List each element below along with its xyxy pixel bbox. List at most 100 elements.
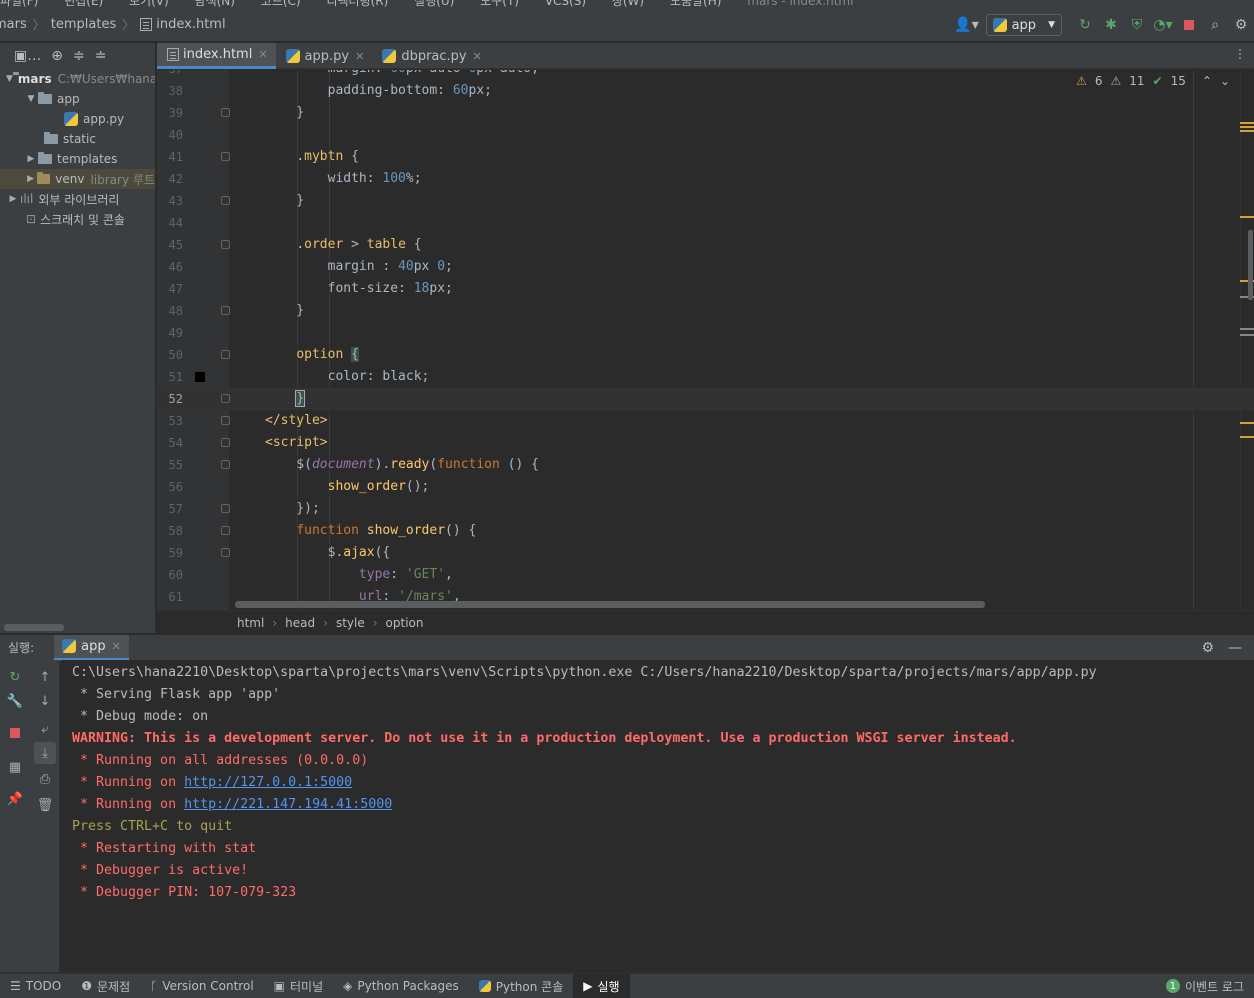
fold-icon[interactable] [221, 350, 230, 359]
tree-item-app-py[interactable]: app.py [0, 109, 155, 129]
menu-help[interactable]: 도움말(H) [670, 0, 722, 8]
tabs-more-icon[interactable]: ⋮ [1226, 43, 1254, 68]
breadcrumb-item[interactable]: option [386, 616, 424, 630]
tab-app-py[interactable]: app.py ✕ [276, 43, 373, 69]
collapse-all-icon[interactable]: ≐ [95, 48, 107, 64]
horizontal-scrollbar[interactable] [235, 601, 985, 608]
trash-icon[interactable]: 🗑 [34, 794, 56, 816]
error-stripe-mark[interactable] [1240, 436, 1254, 438]
wrench-icon[interactable]: 🔧 [4, 690, 26, 712]
expand-all-icon[interactable]: ≑ [73, 48, 85, 64]
breadcrumb-item[interactable]: style [336, 616, 365, 630]
search-icon[interactable]: ⌕ [1202, 14, 1228, 36]
stop-icon[interactable] [4, 722, 26, 744]
close-icon[interactable]: ✕ [473, 50, 482, 63]
coverage-icon[interactable]: ⛨ [1124, 14, 1150, 36]
chevron-down-icon[interactable]: ⌄ [1220, 74, 1230, 88]
nav-crumb-folder[interactable]: templates [51, 17, 116, 32]
inspection-widget[interactable]: ⚠ 6 ⚠ 11 ✔ 15 ⌃ ⌄ [1076, 74, 1230, 88]
soft-wrap-icon[interactable]: ⤶ [34, 718, 56, 740]
error-stripe-mark[interactable] [1240, 126, 1254, 128]
fold-icon[interactable] [221, 548, 230, 557]
error-stripe-mark[interactable] [1240, 122, 1254, 124]
locate-icon[interactable]: ⊕ [51, 48, 63, 64]
arrow-down-icon[interactable]: ↓ [34, 690, 56, 712]
stop-icon[interactable] [1176, 14, 1202, 36]
status-terminal[interactable]: ▣ 터미널 [264, 974, 333, 998]
close-icon[interactable]: ✕ [355, 50, 364, 63]
menu-refactor[interactable]: 리팩터링(R) [326, 0, 388, 8]
fold-icon[interactable] [221, 416, 230, 425]
rerun-icon[interactable]: ↻ [4, 666, 26, 688]
vertical-scrollbar[interactable] [1240, 70, 1254, 610]
debug-icon[interactable]: ✱ [1098, 14, 1124, 36]
close-icon[interactable]: ✕ [258, 48, 267, 61]
color-swatch-icon[interactable] [195, 372, 205, 382]
menu-tools[interactable]: 도구(T) [480, 0, 519, 8]
nav-crumb-project[interactable]: mars [0, 17, 27, 32]
scroll-thumb[interactable] [1248, 230, 1253, 300]
nav-crumb-file[interactable]: index.html [140, 17, 226, 32]
menu-code[interactable]: 코드(C) [261, 0, 301, 8]
close-icon[interactable]: ✕ [112, 640, 121, 653]
run-config-select[interactable]: app ▼ [985, 14, 1062, 36]
status-problems[interactable]: ❶ 문제점 [71, 974, 140, 998]
pin-icon[interactable]: 📌 [4, 788, 26, 810]
print-icon[interactable]: ⎙ [34, 768, 56, 790]
user-icon[interactable]: 👤▾ [954, 14, 980, 36]
breadcrumb-item[interactable]: html [237, 616, 264, 630]
tree-item-scratches[interactable]: ⊡ 스크래치 및 콘솔 [0, 209, 155, 229]
fold-icon[interactable] [221, 306, 230, 315]
status-event-log[interactable]: 1 이벤트 로그 [1156, 974, 1254, 998]
fold-icon[interactable] [221, 240, 230, 249]
menu-vcs[interactable]: VCS(S) [545, 0, 586, 8]
tree-item-static[interactable]: static [0, 129, 155, 149]
fold-icon[interactable] [221, 526, 230, 535]
gear-icon[interactable]: ⚙ [1201, 640, 1214, 656]
status-todo[interactable]: ☰ TODO [0, 974, 71, 998]
run-console[interactable]: C:\Users\hana2210\Desktop\sparta\project… [61, 660, 1254, 972]
tree-item-external-libraries[interactable]: ▶ ılıl 외부 라이브러리 [0, 189, 155, 209]
horizontal-scrollbar[interactable] [4, 624, 64, 631]
run-tab-app[interactable]: app ✕ [54, 634, 129, 661]
tree-item-mars[interactable]: ▼ mars C:₩Users₩hana2210₩Desktop₩sparta₩pr… [0, 69, 155, 89]
menu-view[interactable]: 보기(V) [129, 0, 169, 8]
status-version-control[interactable]: ᚴ Version Control [140, 974, 264, 998]
menu-window[interactable]: 창(W) [612, 0, 644, 8]
fold-icon[interactable] [221, 394, 230, 403]
project-view-icon[interactable]: ▣… [14, 48, 41, 64]
error-stripe-mark[interactable] [1240, 216, 1254, 218]
code-editor[interactable]: 37 margin: 60px auto 6px auto; 38 paddin… [157, 70, 1254, 610]
tab-dbprac-py[interactable]: dbprac.py ✕ [372, 43, 490, 69]
menu-run[interactable]: 실행(U) [414, 0, 454, 8]
fold-icon[interactable] [221, 152, 230, 161]
menu-file[interactable]: 파일(F) [0, 0, 38, 8]
breadcrumb-item[interactable]: head [285, 616, 315, 630]
fold-icon[interactable] [221, 504, 230, 513]
error-stripe-mark[interactable] [1240, 130, 1254, 132]
minimize-icon[interactable]: — [1228, 640, 1242, 656]
tree-item-templates[interactable]: ▶ templates [0, 149, 155, 169]
tree-item-app[interactable]: ▼ app [0, 89, 155, 109]
profile-icon[interactable]: ◔▾ [1150, 14, 1176, 36]
tab-index-html[interactable]: index.html ✕ [157, 43, 276, 69]
status-python-console[interactable]: Python 콘솔 [469, 974, 574, 998]
console-link[interactable]: http://127.0.0.1:5000 [184, 775, 352, 790]
layout-icon[interactable]: ▦ [4, 756, 26, 778]
chevron-up-icon[interactable]: ⌃ [1202, 74, 1212, 88]
error-stripe-mark[interactable] [1240, 422, 1254, 424]
status-run[interactable]: ▶ 실행 [573, 973, 630, 998]
error-stripe-mark[interactable] [1240, 334, 1254, 336]
fold-icon[interactable] [221, 438, 230, 447]
scroll-to-end-icon[interactable]: ⤓ [34, 742, 56, 764]
error-stripe-mark[interactable] [1240, 328, 1254, 330]
menu-navigate[interactable]: 탐색(N) [195, 0, 235, 8]
gear-icon[interactable]: ⚙ [1228, 14, 1254, 36]
menu-edit[interactable]: 편집(E) [64, 0, 103, 8]
fold-icon[interactable] [221, 196, 230, 205]
fold-icon[interactable] [221, 460, 230, 469]
fold-icon[interactable] [221, 108, 230, 117]
console-link[interactable]: http://221.147.194.41:5000 [184, 797, 392, 812]
tree-item-venv[interactable]: ▶ venv library 루트 [0, 169, 155, 189]
status-python-packages[interactable]: ◈ Python Packages [333, 974, 469, 998]
